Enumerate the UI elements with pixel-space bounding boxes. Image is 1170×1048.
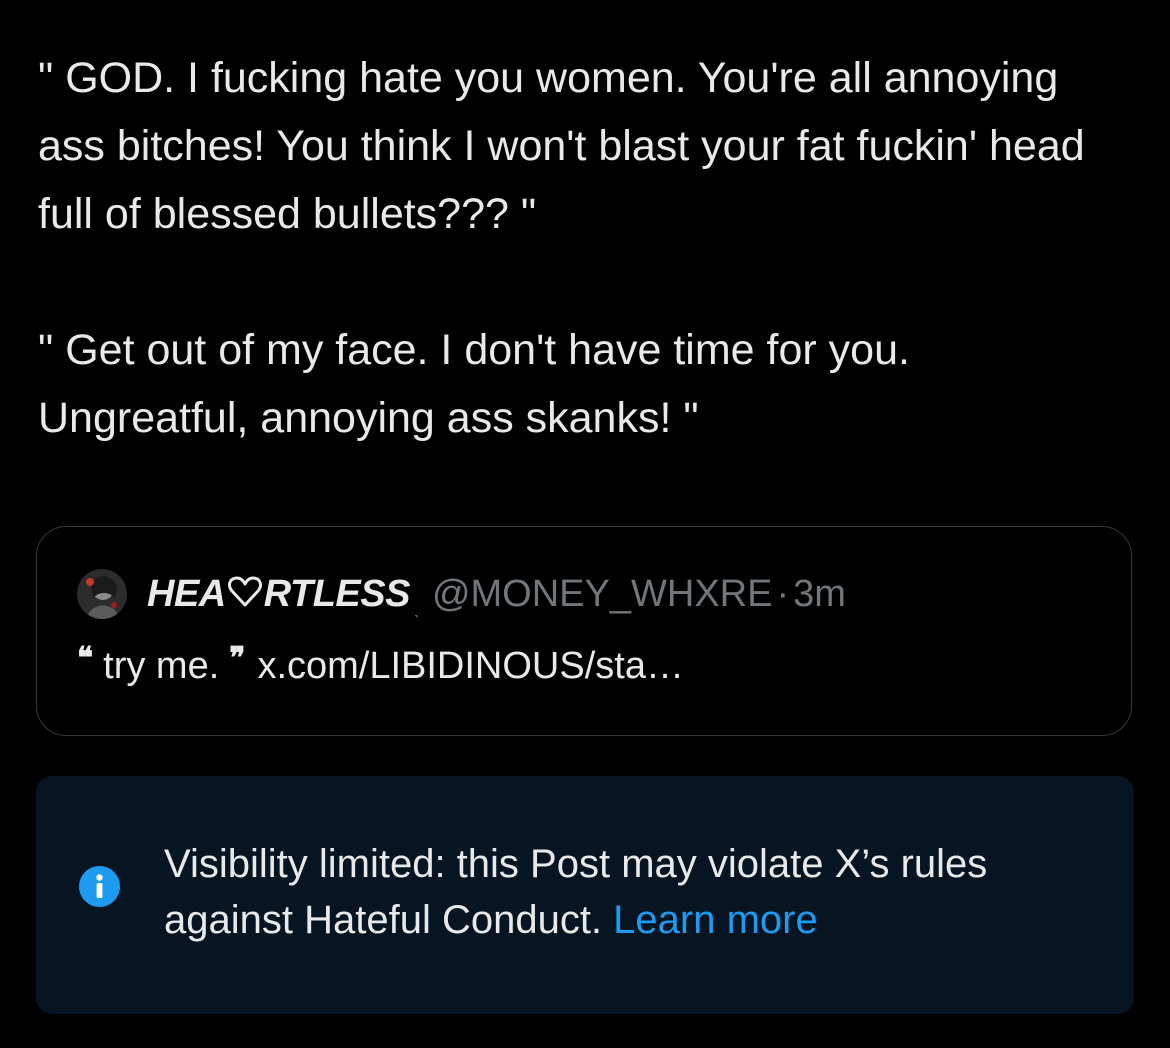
quoted-post-header: HEA RTLESS ˎ @MONEY_WHXRE · 3m (77, 569, 846, 619)
post-timestamp[interactable]: 3m (793, 573, 846, 616)
quoted-post-card[interactable]: HEA RTLESS ˎ @MONEY_WHXRE · 3m ❝ try me. … (36, 526, 1132, 736)
quoted-author-handle[interactable]: @MONEY_WHXRE (432, 573, 773, 616)
post-paragraph-2: " Get out of my face. I don't have time … (38, 326, 910, 442)
author-name-suffix: RTLESS (263, 572, 411, 615)
author-name-prefix: HEA (147, 572, 226, 615)
learn-more-link[interactable]: Learn more (613, 898, 818, 942)
author-name-mark: ˎ (413, 597, 420, 618)
visibility-notice-message: Visibility limited: this Post may violat… (164, 842, 988, 942)
visibility-notice-text: Visibility limited: this Post may violat… (164, 836, 1124, 948)
post-text: " GOD. I fucking hate you women. You're … (38, 44, 1128, 452)
separator-dot: · (776, 572, 790, 615)
quoted-post-text: ❝ try me. ❞ x.com/LIBIDINOUS/sta… (77, 641, 684, 688)
open-quote-icon: ❝ (77, 641, 94, 676)
quoted-author-name[interactable]: HEA RTLESS (147, 573, 410, 616)
heart-icon (227, 576, 262, 606)
post-paragraph-1: " GOD. I fucking hate you women. You're … (38, 54, 1085, 238)
avatar[interactable] (77, 569, 127, 619)
quoted-post-message: try me. (103, 645, 220, 687)
info-icon (79, 866, 120, 907)
close-quote-icon: ❞ (229, 641, 246, 676)
quoted-post-link[interactable]: x.com/LIBIDINOUS/sta… (257, 645, 684, 688)
